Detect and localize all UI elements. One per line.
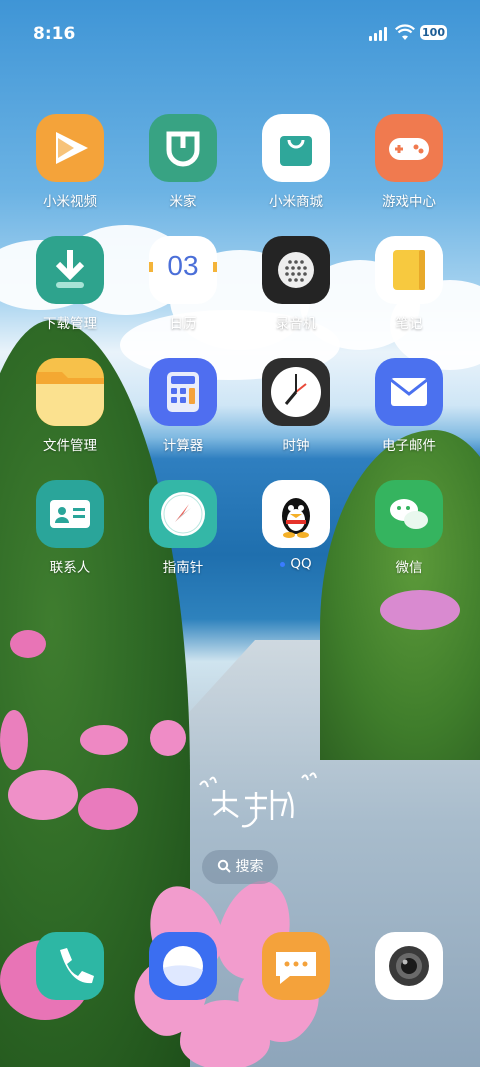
app-label: 录音机 xyxy=(275,316,317,332)
app-label: 小米商城 xyxy=(269,194,323,210)
shopping-bag-icon xyxy=(262,114,330,182)
app-email[interactable]: 电子邮件 xyxy=(353,358,465,454)
flower-decoration xyxy=(0,710,28,770)
flower-decoration xyxy=(380,590,460,630)
app-clock[interactable]: 时钟 xyxy=(240,358,352,454)
wechat-icon xyxy=(375,480,443,548)
app-contacts[interactable]: 联系人 xyxy=(14,480,126,576)
app-game-center[interactable]: 游戏中心 xyxy=(353,114,465,210)
penguin-icon xyxy=(262,480,330,548)
app-label: 联系人 xyxy=(49,560,91,576)
app-mijia[interactable]: 米家 xyxy=(127,114,239,210)
folder-icon xyxy=(36,358,104,426)
signal-icon xyxy=(369,26,389,41)
calendar-icon: 03 xyxy=(149,236,217,304)
app-file-manager[interactable]: 文件管理 xyxy=(14,358,126,454)
app-calculator[interactable]: 计算器 xyxy=(127,358,239,454)
home-screen: 8:16 100 小米视频 米家 小米商城 游戏中心 下载管理 03 日历 录音… xyxy=(0,0,480,1067)
dock-messages[interactable] xyxy=(240,932,352,1000)
app-label: 计算器 xyxy=(162,438,204,454)
app-label: 微信 xyxy=(395,560,423,576)
app-label: 小米视频 xyxy=(43,194,97,210)
gamepad-icon xyxy=(375,114,443,182)
status-bar: 8:16 100 xyxy=(0,0,480,66)
app-label: 电子邮件 xyxy=(382,438,436,454)
app-xiaomi-video[interactable]: 小米视频 xyxy=(14,114,126,210)
app-label: 时钟 xyxy=(282,438,310,454)
app-label: QQ xyxy=(240,556,352,572)
app-label: 日历 xyxy=(169,316,197,332)
mijia-icon xyxy=(149,114,217,182)
search-icon xyxy=(217,852,231,873)
app-notes[interactable]: 笔记 xyxy=(353,236,465,332)
app-label: 米家 xyxy=(169,194,197,210)
flower-decoration xyxy=(150,720,186,756)
calendar-date: 03 xyxy=(167,250,199,281)
app-recorder[interactable]: 录音机 xyxy=(240,236,352,332)
video-play-icon xyxy=(36,114,104,182)
message-bubble-icon xyxy=(262,932,330,1000)
calculator-icon xyxy=(149,358,217,426)
clock-icon xyxy=(262,358,330,426)
compass-icon xyxy=(149,480,217,548)
dock-phone[interactable] xyxy=(14,932,126,1000)
app-label: 游戏中心 xyxy=(382,194,436,210)
mail-icon xyxy=(375,358,443,426)
app-label-text: QQ xyxy=(290,556,312,572)
microphone-grill-icon xyxy=(262,236,330,304)
app-label: 文件管理 xyxy=(43,438,97,454)
status-time: 8:16 xyxy=(33,24,76,44)
app-wechat[interactable]: 微信 xyxy=(353,480,465,576)
battery-indicator: 100 xyxy=(420,25,447,40)
browser-icon xyxy=(149,932,217,1000)
search-label: 搜索 xyxy=(235,859,264,875)
app-label: 下载管理 xyxy=(43,316,97,332)
app-xiaomi-store[interactable]: 小米商城 xyxy=(240,114,352,210)
app-label: 指南针 xyxy=(162,560,204,576)
flower-decoration xyxy=(80,725,128,755)
flower-decoration xyxy=(10,630,46,658)
contact-card-icon xyxy=(36,480,104,548)
app-compass[interactable]: 指南针 xyxy=(127,480,239,576)
app-label: 笔记 xyxy=(395,316,423,332)
signature-artwork xyxy=(199,772,317,828)
app-download-manager[interactable]: 下载管理 xyxy=(14,236,126,332)
download-icon xyxy=(36,236,104,304)
search-button[interactable]: 搜索 xyxy=(202,850,278,884)
app-calendar[interactable]: 03 日历 xyxy=(127,236,239,332)
phone-icon xyxy=(36,932,104,1000)
notes-icon xyxy=(375,236,443,304)
dock-camera[interactable] xyxy=(353,932,465,1000)
flower-decoration xyxy=(78,788,138,830)
wifi-icon xyxy=(395,24,415,40)
notification-dot xyxy=(280,561,286,567)
flower-decoration xyxy=(8,770,78,820)
camera-icon xyxy=(375,932,443,1000)
app-qq[interactable]: QQ xyxy=(240,480,352,572)
dock-browser[interactable] xyxy=(127,932,239,1000)
